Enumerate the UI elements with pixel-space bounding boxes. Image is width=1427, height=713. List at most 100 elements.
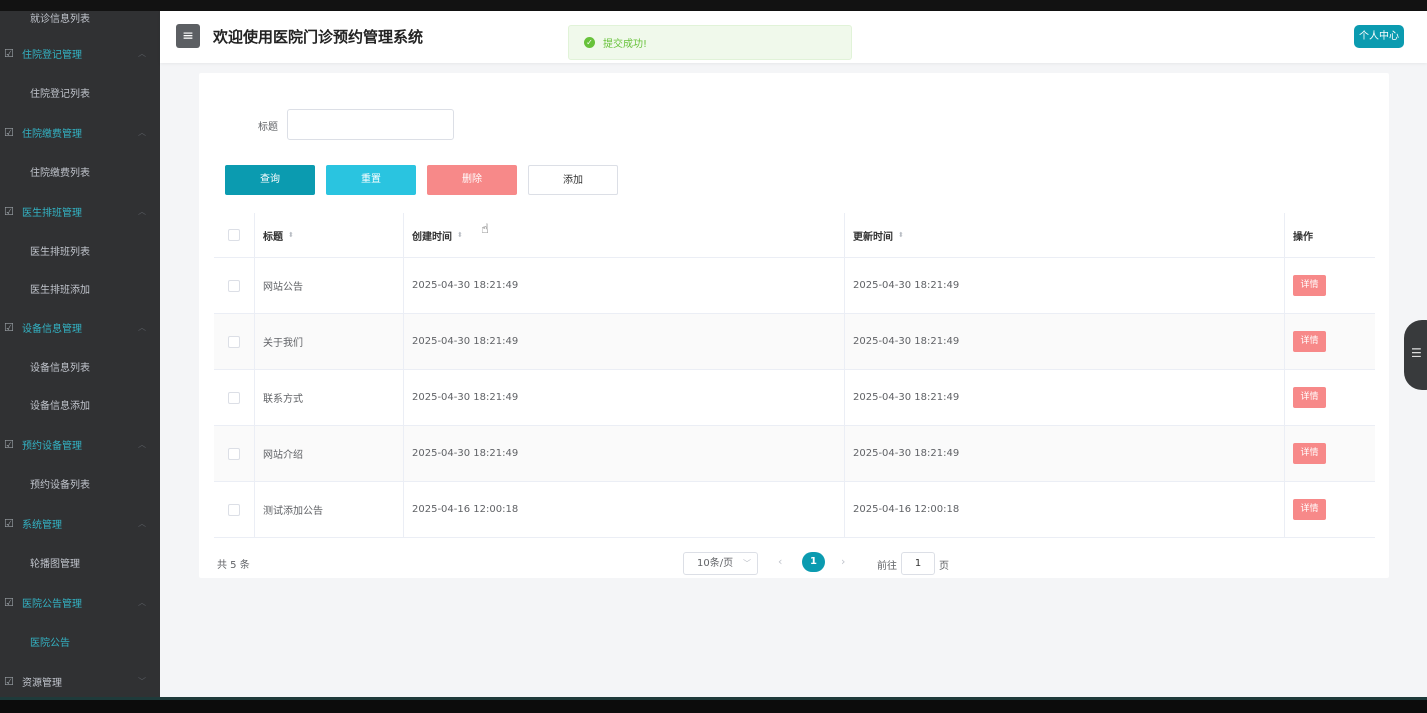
- chevron-up-icon: ︿: [138, 206, 146, 216]
- chevron-up-icon: ︿: [138, 597, 146, 607]
- query-button[interactable]: 查询: [225, 165, 315, 195]
- row-title: 测试添加公告: [255, 482, 404, 537]
- checkbox-icon: ☑: [4, 320, 14, 334]
- row-created: 2025-04-30 18:21:49: [404, 426, 845, 481]
- row-created: 2025-04-16 12:00:18: [404, 482, 845, 537]
- goto-label: 前往: [877, 561, 897, 572]
- title-filter-label: 标题: [258, 122, 278, 133]
- row-updated: 2025-04-30 18:21:49: [845, 370, 1285, 425]
- goto-suffix: 页: [939, 561, 949, 572]
- row-checkbox[interactable]: [228, 279, 240, 292]
- sidebar: 就诊信息列表 ☑ 住院登记管理 ︿ 住院登记列表 ☑ 住院缴费管理 ︿ 住院缴费…: [0, 11, 160, 697]
- sidebar-group-doctor-schedule[interactable]: ☑ 医生排班管理 ︿: [0, 193, 160, 229]
- table-row: 关于我们 2025-04-30 18:21:49 2025-04-30 18:2…: [214, 314, 1375, 370]
- chevron-up-icon: ︿: [138, 322, 146, 332]
- chevron-up-icon: ︿: [138, 48, 146, 58]
- floating-list-icon[interactable]: ☰: [1404, 320, 1427, 390]
- sort-icon[interactable]: ⬍: [288, 231, 294, 239]
- hamburger-icon[interactable]: ≡: [176, 24, 200, 48]
- delete-button[interactable]: 删除: [427, 165, 517, 195]
- header: ≡ 欢迎使用医院门诊预约管理系统 ✓ 提交成功! 个人中心: [160, 11, 1427, 63]
- chevron-down-icon: ﹀: [743, 559, 751, 568]
- page-title: 欢迎使用医院门诊预约管理系统: [213, 28, 424, 46]
- top-strip: [0, 0, 1427, 11]
- sidebar-item-announcements[interactable]: 医院公告: [0, 623, 160, 659]
- sidebar-group-system[interactable]: ☑ 系统管理 ︿: [0, 505, 160, 541]
- reset-button[interactable]: 重置: [326, 165, 416, 195]
- column-header-created[interactable]: 创建时间 ⬍: [404, 213, 845, 257]
- row-updated: 2025-04-30 18:21:49: [845, 426, 1285, 481]
- sidebar-group-resources[interactable]: ☑ 资源管理 ﹀: [0, 663, 160, 697]
- row-created: 2025-04-30 18:21:49: [404, 370, 845, 425]
- sort-icon[interactable]: ⬍: [457, 231, 463, 239]
- row-title: 网站公告: [255, 258, 404, 313]
- table-row: 联系方式 2025-04-30 18:21:49 2025-04-30 18:2…: [214, 370, 1375, 426]
- next-page-icon[interactable]: ›: [841, 555, 845, 568]
- sort-icon[interactable]: ⬍: [898, 231, 904, 239]
- checkbox-icon: ☑: [4, 46, 14, 60]
- row-checkbox[interactable]: [228, 335, 240, 348]
- sidebar-group-equipment-booking[interactable]: ☑ 预约设备管理 ︿: [0, 426, 160, 462]
- table-row: 网站介绍 2025-04-30 18:21:49 2025-04-30 18:2…: [214, 426, 1375, 482]
- page-number-current[interactable]: 1: [802, 552, 825, 572]
- sidebar-item-equipment-booking-list[interactable]: 预约设备列表: [0, 465, 160, 501]
- sidebar-item-cut[interactable]: 就诊信息列表: [0, 11, 160, 35]
- column-header-actions: 操作: [1293, 231, 1313, 243]
- column-header-updated[interactable]: 更新时间 ⬍: [845, 213, 1285, 257]
- chevron-up-icon: ︿: [138, 518, 146, 528]
- select-all-checkbox[interactable]: [228, 229, 240, 241]
- sidebar-group-announcements[interactable]: ☑ 医院公告管理 ︿: [0, 584, 160, 620]
- page-size-select[interactable]: 10条/页 ﹀: [683, 552, 758, 575]
- table-header: 标题 ⬍ 创建时间 ⬍ 更新时间 ⬍ 操作: [214, 213, 1375, 258]
- chevron-up-icon: ︿: [138, 439, 146, 449]
- table-row: 测试添加公告 2025-04-16 12:00:18 2025-04-16 12…: [214, 482, 1375, 538]
- detail-button[interactable]: 详情: [1293, 275, 1326, 296]
- profile-button[interactable]: 个人中心: [1354, 25, 1404, 48]
- sidebar-item-doctor-schedule-add[interactable]: 医生排班添加: [0, 270, 160, 306]
- chevron-up-icon: ︿: [138, 127, 146, 137]
- detail-button[interactable]: 详情: [1293, 443, 1326, 464]
- row-updated: 2025-04-30 18:21:49: [845, 258, 1285, 313]
- bottom-strip: [0, 697, 1427, 713]
- row-checkbox[interactable]: [228, 447, 240, 460]
- add-button[interactable]: 添加: [528, 165, 618, 195]
- chevron-down-icon: ﹀: [138, 676, 146, 686]
- checkbox-icon: ☑: [4, 125, 14, 139]
- sidebar-item-equipment-info-list[interactable]: 设备信息列表: [0, 348, 160, 384]
- sidebar-group-inpatient-payment[interactable]: ☑ 住院缴费管理 ︿: [0, 114, 160, 150]
- row-created: 2025-04-30 18:21:49: [404, 314, 845, 369]
- title-filter-input[interactable]: [287, 109, 454, 140]
- goto-page-input[interactable]: 1: [901, 552, 935, 575]
- row-updated: 2025-04-16 12:00:18: [845, 482, 1285, 537]
- total-count: 共 5 条: [217, 560, 250, 571]
- hand-cursor-icon: ☝: [481, 222, 489, 237]
- checkbox-icon: ☑: [4, 204, 14, 218]
- detail-button[interactable]: 详情: [1293, 387, 1326, 408]
- row-checkbox[interactable]: [228, 391, 240, 404]
- row-checkbox[interactable]: [228, 503, 240, 516]
- checkbox-icon: ☑: [4, 595, 14, 609]
- success-toast: ✓ 提交成功!: [568, 25, 852, 60]
- sidebar-item-equipment-info-add[interactable]: 设备信息添加: [0, 386, 160, 422]
- prev-page-icon[interactable]: ‹: [778, 555, 782, 568]
- checkbox-icon: ☑: [4, 437, 14, 451]
- sidebar-group-inpatient-registration[interactable]: ☑ 住院登记管理 ︿: [0, 35, 160, 71]
- detail-button[interactable]: 详情: [1293, 499, 1326, 520]
- row-updated: 2025-04-30 18:21:49: [845, 314, 1285, 369]
- row-title: 关于我们: [255, 314, 404, 369]
- detail-button[interactable]: 详情: [1293, 331, 1326, 352]
- table-row: 网站公告 2025-04-30 18:21:49 2025-04-30 18:2…: [214, 258, 1375, 314]
- checkbox-icon: ☑: [4, 516, 14, 530]
- sidebar-group-equipment-info[interactable]: ☑ 设备信息管理 ︿: [0, 309, 160, 345]
- main-area: ≡ 欢迎使用医院门诊预约管理系统 ✓ 提交成功! 个人中心 标题 查询 重置 删…: [160, 11, 1427, 697]
- row-title: 联系方式: [255, 370, 404, 425]
- checkbox-icon: ☑: [4, 674, 14, 688]
- sidebar-item-doctor-schedule-list[interactable]: 医生排班列表: [0, 232, 160, 268]
- check-circle-icon: ✓: [584, 37, 595, 48]
- sidebar-item-inpatient-registration-list[interactable]: 住院登记列表: [0, 74, 160, 110]
- sidebar-item-inpatient-payment-list[interactable]: 住院缴费列表: [0, 153, 160, 189]
- row-created: 2025-04-30 18:21:49: [404, 258, 845, 313]
- sidebar-item-carousel[interactable]: 轮播图管理: [0, 544, 160, 580]
- column-header-title[interactable]: 标题 ⬍: [255, 213, 404, 257]
- content-card: 标题 查询 重置 删除 添加 标题 ⬍ 创建时间 ⬍ 更新时间 ⬍ 操作 网站公告 2…: [199, 73, 1389, 578]
